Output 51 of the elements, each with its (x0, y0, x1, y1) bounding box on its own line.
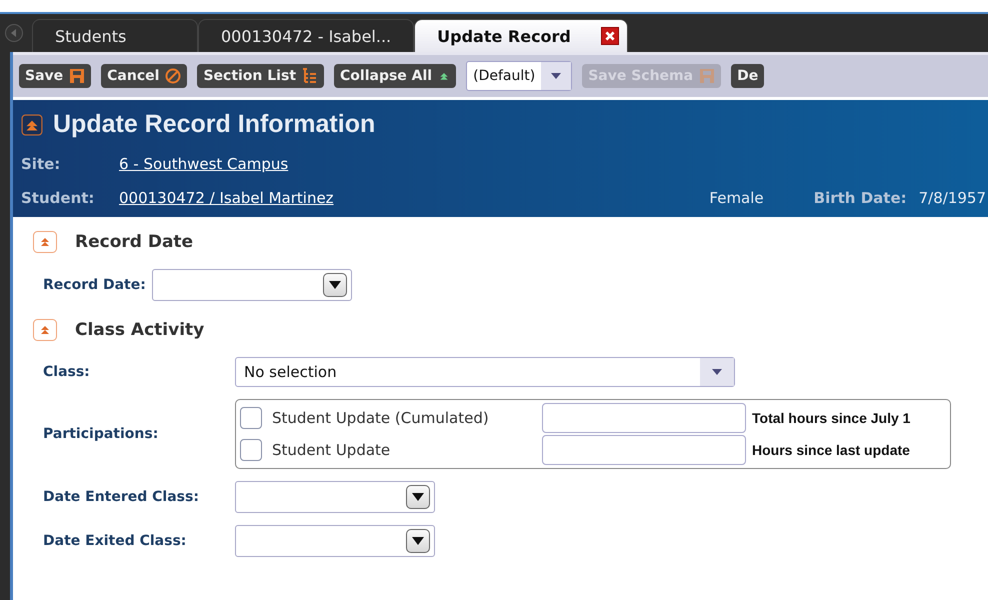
date-picker[interactable] (152, 269, 352, 301)
field-label: Participations: (43, 426, 160, 442)
toolbar-button[interactable]: Section List (197, 64, 324, 88)
section-title: Record Date (75, 232, 194, 252)
chevron-icon[interactable] (33, 231, 57, 253)
checkbox[interactable] (240, 439, 262, 461)
chevron-icon[interactable] (21, 114, 43, 136)
caret-icon (712, 369, 722, 375)
field-label: Student: (21, 189, 96, 207)
class-dropdown[interactable]: No selection (235, 357, 735, 387)
field-label: Class: (43, 364, 91, 380)
hours-label: Hours since last update (752, 442, 910, 458)
site-link[interactable]: 6 - Southwest Campus (119, 155, 288, 173)
option-label: Student Update (Cumulated) (272, 409, 490, 427)
field-label: Date Entered Class: (43, 489, 200, 505)
cancel-icon (165, 68, 182, 84)
tab[interactable]: Update Record (414, 19, 628, 52)
date-picker[interactable] (235, 525, 435, 557)
checkbox[interactable] (240, 407, 262, 429)
toolbar-button[interactable]: Save (19, 64, 92, 88)
hours-input[interactable] (542, 403, 746, 433)
back-icon[interactable] (4, 23, 24, 43)
field-label: Record Date: (43, 277, 146, 293)
caret-icon (328, 281, 341, 289)
tree-list-icon (302, 68, 318, 84)
toolbar-button[interactable]: Collapse All (334, 64, 456, 88)
chevron-up-icon (438, 70, 450, 82)
caret-icon (412, 493, 424, 501)
date-picker[interactable] (235, 481, 435, 513)
toolbar-button[interactable]: Cancel (101, 64, 188, 88)
caret-icon (551, 73, 562, 79)
gender-text: Female (709, 189, 764, 207)
birth-date-text: 7/8/1957 (918, 189, 986, 207)
section-title: Class Activity (75, 320, 204, 340)
schema-dropdown[interactable]: (Default) (466, 61, 572, 91)
field-label: Site: (21, 155, 62, 173)
page-title: Update Record Information (53, 110, 376, 139)
save-icon (69, 68, 86, 84)
toolbar-button[interactable]: De (731, 64, 764, 88)
close-icon[interactable] (600, 27, 619, 45)
save-icon (699, 68, 716, 84)
field-label: Birth Date: (814, 189, 907, 207)
caret-icon (412, 537, 424, 545)
hours-label: Total hours since July 1 (752, 410, 910, 426)
chevron-icon[interactable] (33, 319, 57, 341)
tab[interactable]: Students (32, 19, 198, 52)
option-label: Student Update (272, 441, 392, 459)
hours-input[interactable] (542, 435, 746, 465)
student-link[interactable]: 000130472 / Isabel Martinez (119, 189, 334, 207)
field-label: Date Exited Class: (43, 533, 188, 549)
tab[interactable]: 000130472 - Isabel... (198, 19, 414, 52)
